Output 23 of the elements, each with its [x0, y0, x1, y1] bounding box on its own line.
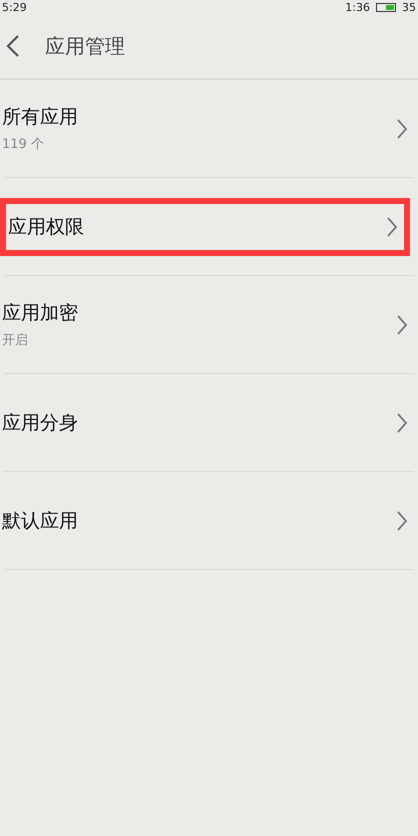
menu-item-label[interactable]: 应用加密 [2, 300, 78, 326]
menu-item-label[interactable]: 默认应用 [2, 508, 78, 534]
menu-row[interactable]: 应用加密 开启 [4, 276, 414, 374]
menu-row[interactable]: 所有应用 119 个 [4, 80, 414, 178]
back-icon[interactable] [6, 34, 20, 58]
menu-item-label[interactable]: 应用权限 [8, 214, 84, 240]
chevron-icon [396, 510, 408, 532]
chevron-icon [396, 314, 408, 336]
menu-item-label[interactable]: 应用分身 [2, 410, 78, 436]
page-title: 应用管理 [45, 32, 125, 60]
menu-row[interactable]: 应用分身 [4, 374, 414, 472]
status-time: 5:29 [2, 0, 27, 14]
menu-row[interactable]: 应用权限 [4, 178, 414, 276]
menu-item-label[interactable]: 所有应用 [2, 104, 78, 130]
chevron-icon [386, 216, 398, 238]
status-clock: 1:36 [345, 0, 370, 14]
battery-level: 35 [402, 0, 416, 14]
battery-icon [376, 2, 396, 12]
chevron-icon [396, 412, 408, 434]
chevron-icon [396, 118, 408, 140]
menu-item-subtitle: 开启 [2, 332, 29, 349]
menu-item-subtitle: 119 个 [2, 136, 45, 153]
menu-row[interactable]: 默认应用 [4, 472, 414, 570]
